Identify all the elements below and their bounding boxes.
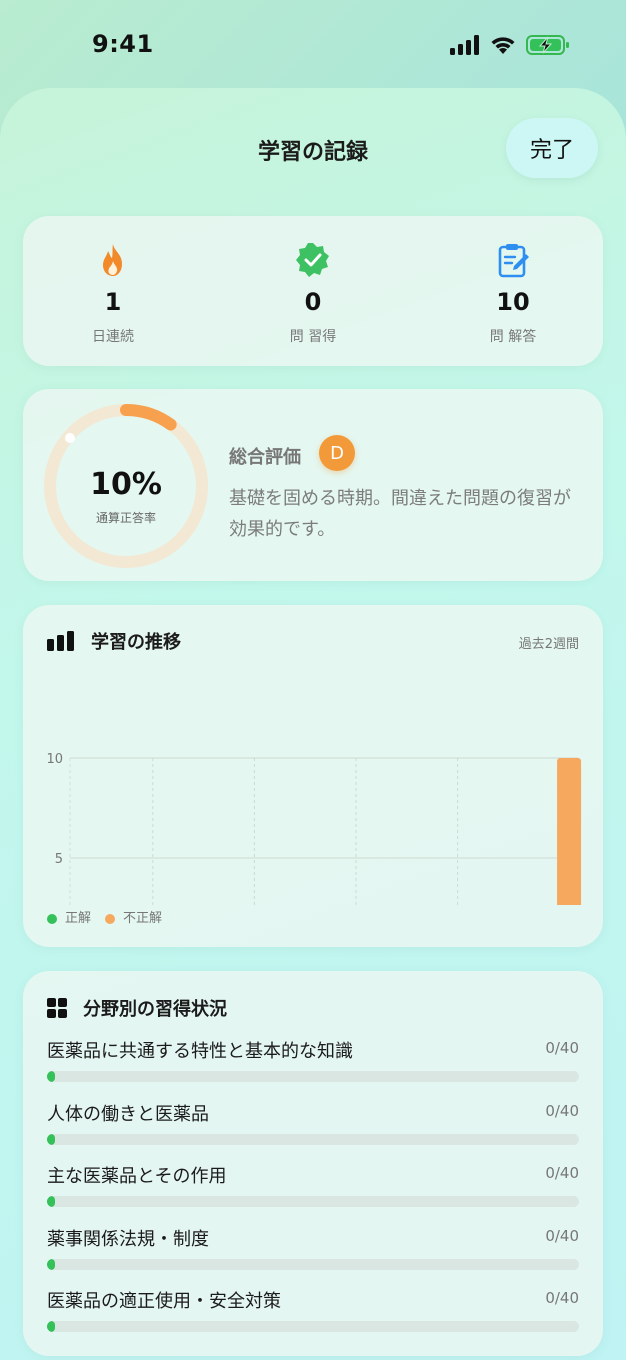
- stat-streak-label: 日連続: [92, 329, 134, 345]
- category-item[interactable]: 医薬品に共通する特性と基本的な知識 0/40: [47, 1037, 579, 1093]
- bar-incorrect: [557, 758, 582, 905]
- y-tick-label: 5: [55, 852, 63, 867]
- category-count: 0/40: [545, 1164, 579, 1182]
- category-count: 0/40: [545, 1039, 579, 1057]
- signal-icon: [450, 35, 479, 55]
- stat-answered-value: 10: [496, 288, 530, 316]
- chart-legend: 正解 不正解: [47, 907, 162, 926]
- category-progress-track: [47, 1134, 579, 1145]
- y-tick-label: 10: [46, 752, 63, 767]
- evaluation-description: 基礎を固める時期。間違えた問題の復習が効果的です。: [229, 488, 571, 540]
- category-title: 分野別の習得状況: [83, 999, 227, 1020]
- category-progress-fill: [47, 1196, 55, 1207]
- category-item[interactable]: 人体の働きと医薬品 0/40: [47, 1100, 579, 1156]
- status-time: 9:41: [92, 30, 154, 58]
- category-item[interactable]: 医薬品の適正使用・安全対策 0/40: [47, 1287, 579, 1343]
- status-icons: [450, 34, 570, 56]
- done-button[interactable]: 完了: [506, 118, 598, 178]
- category-name: 医薬品の適正使用・安全対策: [47, 1291, 281, 1312]
- stat-streak-value: 1: [104, 288, 122, 316]
- evaluation-card: 10% 通算正答率 総合評価 D 基礎を固める時期。間違えた問題の復習が効果的で…: [23, 389, 603, 581]
- record-sheet: 学習の記録 完了 1 日連続 0 問 習得 10 問 解答 10% 通算正答率 …: [0, 88, 626, 1360]
- legend-incorrect: 不正解: [105, 907, 162, 926]
- accuracy-ring: 10% 通算正答率: [41, 401, 211, 571]
- accuracy-percent: 10%: [90, 467, 162, 502]
- legend-incorrect-dot: [105, 913, 116, 924]
- progress-chart: 051007/2007/2307/2607/2908/01: [46, 752, 582, 905]
- grid-icon: [47, 998, 67, 1018]
- ring-start-dot: [65, 433, 75, 443]
- stat-answered-label: 問 解答: [489, 329, 537, 345]
- stats-card: 1 日連続 0 問 習得 10 問 解答: [23, 216, 603, 366]
- stat-mastered: 0 問 習得: [223, 216, 403, 366]
- verified-badge-icon: [296, 243, 329, 277]
- category-name: 薬事関係法規・制度: [47, 1229, 209, 1250]
- stat-mastered-label: 問 習得: [289, 329, 337, 345]
- flame-icon: [103, 244, 122, 276]
- status-bar: 9:41: [0, 0, 626, 90]
- category-progress-track: [47, 1259, 579, 1270]
- category-card: 分野別の習得状況 医薬品に共通する特性と基本的な知識 0/40 人体の働きと医薬…: [23, 971, 603, 1356]
- wifi-icon: [491, 37, 515, 54]
- stat-streak: 1 日連続: [23, 216, 203, 366]
- stat-answered: 10 問 解答: [423, 216, 603, 366]
- category-progress-fill: [47, 1259, 55, 1270]
- category-count: 0/40: [545, 1102, 579, 1120]
- grade-badge: D: [319, 435, 355, 471]
- category-name: 医薬品に共通する特性と基本的な知識: [47, 1041, 353, 1062]
- category-progress-fill: [47, 1071, 55, 1082]
- accuracy-ring-progress: [120, 404, 177, 431]
- progress-chart-card: 学習の推移 過去2週間 051007/2007/2307/2607/2908/0…: [23, 605, 603, 947]
- battery-charging-icon: [526, 35, 569, 55]
- category-progress-track: [47, 1196, 579, 1207]
- category-item[interactable]: 薬事関係法規・制度 0/40: [47, 1225, 579, 1281]
- category-item[interactable]: 主な医薬品とその作用 0/40: [47, 1162, 579, 1218]
- category-progress-fill: [47, 1321, 55, 1332]
- category-progress-fill: [47, 1134, 55, 1145]
- evaluation-title: 総合評価: [229, 447, 301, 468]
- category-name: 人体の働きと医薬品: [47, 1104, 209, 1125]
- category-count: 0/40: [545, 1289, 579, 1307]
- category-progress-track: [47, 1071, 579, 1082]
- stat-mastered-value: 0: [304, 288, 322, 316]
- legend-correct-dot: [47, 913, 57, 924]
- category-count: 0/40: [545, 1227, 579, 1245]
- category-progress-track: [47, 1321, 579, 1332]
- clipboard-edit-icon: [498, 244, 529, 278]
- legend-correct: 正解: [47, 907, 91, 926]
- category-name: 主な医薬品とその作用: [47, 1166, 227, 1187]
- accuracy-label: 通算正答率: [95, 511, 156, 525]
